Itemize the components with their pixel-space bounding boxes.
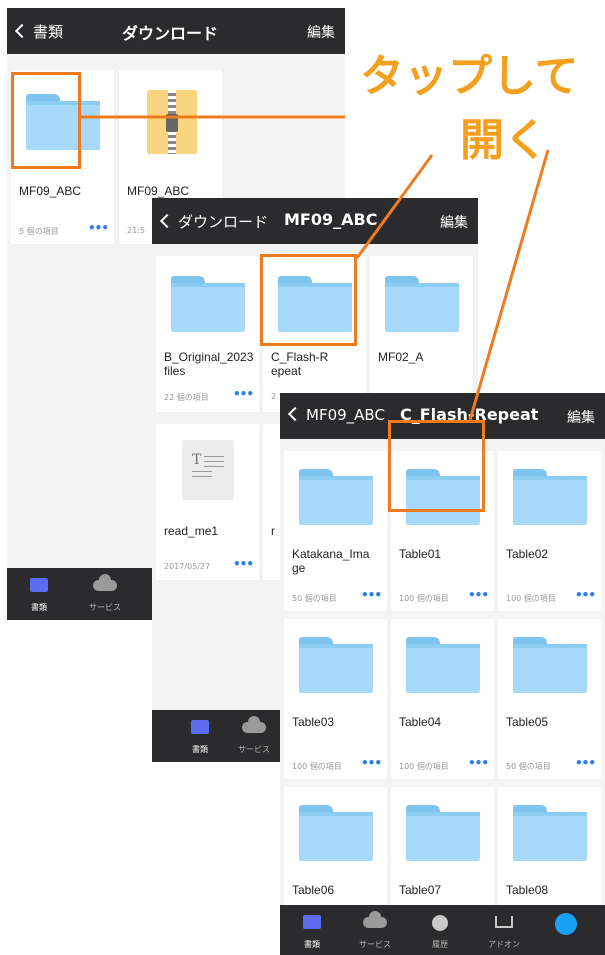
callout-text-line1: タップして [360, 51, 579, 102]
callout-text-line2: 開く [460, 115, 548, 166]
